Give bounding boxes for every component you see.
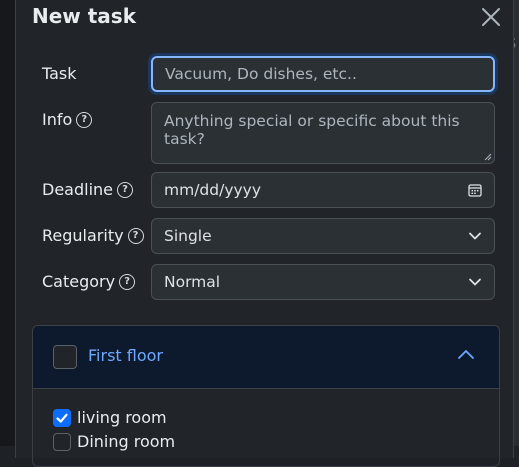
deadline-placeholder: mm/dd/yyyy — [164, 181, 262, 199]
help-icon[interactable]: ? — [127, 227, 144, 244]
room-label: living room — [77, 408, 167, 427]
room-checkbox[interactable] — [53, 408, 71, 427]
room-item[interactable]: Dining room — [53, 432, 175, 451]
chevron-down-icon — [468, 231, 482, 241]
room-item[interactable]: living room — [53, 408, 167, 427]
help-icon[interactable]: ? — [76, 111, 93, 128]
category-value: Normal — [164, 273, 221, 291]
modal-header: New task — [16, 0, 513, 38]
chevron-up-icon[interactable] — [457, 348, 475, 362]
regularity-select[interactable]: Single — [151, 218, 495, 254]
room-label: Dining room — [77, 432, 176, 451]
group-checkbox[interactable] — [53, 345, 77, 369]
help-icon[interactable]: ? — [117, 181, 133, 198]
calendar-icon[interactable] — [468, 183, 482, 197]
regularity-value: Single — [164, 227, 212, 245]
close-icon[interactable] — [480, 6, 502, 28]
chevron-down-icon — [468, 277, 482, 287]
help-icon[interactable]: ? — [119, 273, 136, 290]
task-label: Task — [42, 64, 77, 83]
info-textarea[interactable]: Anything special or specific about this … — [151, 102, 495, 164]
resize-handle-icon[interactable] — [484, 153, 492, 161]
deadline-date-input[interactable]: mm/dd/yyyy — [151, 172, 495, 208]
room-checkbox[interactable] — [53, 432, 71, 451]
task-placeholder: Vacuum, Do dishes, etc.. — [165, 65, 357, 83]
group-title: First floor — [88, 346, 163, 365]
category-select[interactable]: Normal — [151, 264, 495, 300]
info-label: Info ? — [42, 110, 93, 129]
modal-title: New task — [32, 4, 137, 28]
deadline-label: Deadline ? — [42, 180, 133, 199]
new-task-modal: New task Task Vacuum, Do dishes, etc.. I… — [15, 0, 514, 467]
regularity-label: Regularity ? — [42, 226, 144, 245]
accordion-header[interactable]: First floor — [33, 326, 499, 389]
category-label: Category ? — [42, 272, 136, 291]
info-placeholder: Anything special or specific about this … — [164, 112, 460, 148]
task-input[interactable]: Vacuum, Do dishes, etc.. — [151, 56, 495, 92]
